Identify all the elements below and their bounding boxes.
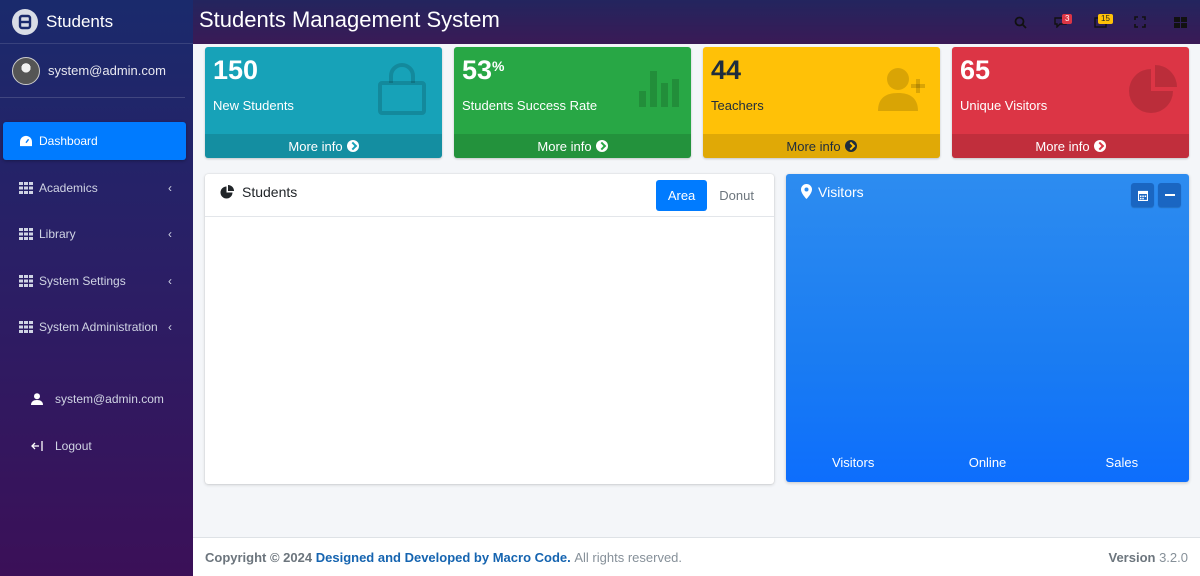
stat-label: Teachers — [711, 98, 764, 113]
fullscreen-icon[interactable] — [1120, 0, 1160, 44]
visitors-card: Visitors Visitors Online Sales — [786, 174, 1189, 482]
copyright-text: Copyright © 2024 — [205, 549, 313, 565]
chart-area — [205, 217, 774, 483]
brand-logo-icon — [12, 8, 38, 35]
more-info-link[interactable]: More info — [205, 134, 442, 158]
apps-grid-icon[interactable] — [1160, 0, 1200, 44]
sidebar-item-profile[interactable]: system@admin.com — [3, 380, 186, 418]
sidebar-nav: Dashboard Academics ‹ Library ‹ System S… — [0, 122, 193, 346]
more-info-link[interactable]: More info — [454, 134, 691, 158]
map-marker-icon — [801, 184, 812, 199]
sidebar: Students system@admin.com Dashboard Acad… — [0, 0, 193, 576]
grid-icon — [19, 274, 33, 287]
stat-value: 44 — [711, 55, 742, 85]
dashboard-icon — [20, 135, 32, 147]
rights-text: All rights reserved. — [574, 549, 683, 565]
grid-icon — [19, 181, 33, 194]
card-header: Students Area Donut — [205, 174, 774, 217]
collapse-button[interactable] — [1158, 183, 1181, 207]
tab-donut[interactable]: Donut — [707, 180, 766, 211]
user-panel[interactable]: system@admin.com — [0, 44, 185, 98]
sidebar-item-library[interactable]: Library ‹ — [3, 215, 186, 253]
card-tools — [1127, 183, 1181, 207]
notifications-icon[interactable]: 3 — [1040, 0, 1080, 44]
user-plus-icon — [878, 68, 925, 111]
user-email: system@admin.com — [48, 63, 166, 78]
stat-value: 53% — [462, 55, 505, 85]
chart-tabs: Area Donut — [655, 180, 766, 211]
user-icon — [31, 393, 43, 405]
pie-chart-icon — [1129, 65, 1177, 113]
sidebar-item-label: Library — [39, 227, 76, 241]
version-info: Version 3.2.0 — [1108, 549, 1188, 565]
sidebar-item-system-administration[interactable]: System Administration ‹ — [3, 308, 186, 346]
search-icon[interactable] — [1000, 0, 1040, 44]
shopping-bag-icon — [378, 63, 426, 115]
page-title: Students Management System — [199, 7, 500, 32]
stat-box-success-rate: 53% Students Success Rate More info — [454, 47, 691, 158]
minus-icon — [1164, 193, 1175, 196]
avatar — [12, 56, 40, 85]
footer-label-sales: Sales — [1105, 455, 1139, 470]
more-info-link[interactable]: More info — [952, 134, 1189, 158]
stat-value: 65 — [960, 55, 991, 85]
visitors-footer: Visitors Online Sales — [786, 455, 1189, 470]
bar-chart-icon — [639, 71, 679, 107]
card-title: Students — [242, 184, 298, 200]
stat-box-unique-visitors: 65 Unique Visitors More info — [952, 47, 1189, 158]
more-info-link[interactable]: More info — [703, 134, 940, 158]
chevron-left-icon: ‹ — [168, 227, 172, 241]
notifications-badge: 3 — [1062, 14, 1073, 24]
grid-icon — [19, 228, 33, 240]
sidebar-bottom-nav: system@admin.com Logout — [0, 380, 193, 465]
chevron-left-icon: ‹ — [168, 180, 172, 195]
arrow-circle-right-icon — [844, 140, 857, 152]
footer-label-visitors: Visitors — [831, 455, 875, 470]
tab-area[interactable]: Area — [655, 180, 708, 211]
sidebar-item-dashboard[interactable]: Dashboard — [3, 122, 186, 160]
messages-icon[interactable]: 15 — [1080, 0, 1120, 44]
navbar-icons: 3 15 — [1000, 0, 1200, 44]
logout-icon — [31, 440, 43, 451]
sidebar-item-label: system@admin.com — [55, 392, 164, 406]
sidebar-item-label: Logout — [55, 438, 92, 453]
chevron-left-icon: ‹ — [168, 320, 172, 334]
sidebar-item-logout[interactable]: Logout — [3, 427, 186, 465]
sidebar-item-label: System Settings — [39, 273, 126, 288]
chevron-left-icon: ‹ — [168, 273, 172, 288]
footer-label-online: Online — [968, 455, 1007, 470]
sidebar-item-label: Dashboard — [39, 134, 98, 148]
students-card: Students Area Donut — [205, 174, 774, 484]
sidebar-item-label: Academics — [39, 180, 98, 195]
brand[interactable]: Students — [0, 0, 193, 44]
brand-name: Students — [46, 11, 114, 31]
messages-badge: 15 — [1098, 14, 1113, 24]
sidebar-item-system-settings[interactable]: System Settings ‹ — [3, 262, 186, 300]
stat-box-new-students: 150 New Students More info — [205, 47, 442, 158]
stat-value: 150 — [213, 55, 259, 85]
pie-chart-icon — [220, 185, 234, 199]
stat-label: Students Success Rate — [462, 98, 598, 113]
grid-icon — [19, 321, 33, 333]
stat-box-teachers: 44 Teachers More info — [703, 47, 940, 158]
arrow-circle-right-icon — [1093, 140, 1106, 152]
developer-link[interactable]: Designed and Developed by Macro Code. — [316, 550, 571, 565]
card-title: Visitors — [818, 184, 864, 200]
sidebar-item-academics[interactable]: Academics ‹ — [3, 169, 186, 207]
arrow-circle-right-icon — [595, 140, 608, 152]
stat-label: Unique Visitors — [960, 98, 1048, 113]
arrow-circle-right-icon — [346, 140, 359, 152]
calendar-button[interactable] — [1131, 183, 1154, 207]
calendar-icon — [1137, 190, 1148, 201]
top-navbar: Students Management System 3 15 — [193, 0, 1200, 44]
sidebar-item-label: System Administration — [39, 320, 158, 334]
page-footer: Copyright © 2024 Designed and Developed … — [193, 537, 1200, 576]
stat-label: New Students — [213, 98, 294, 113]
